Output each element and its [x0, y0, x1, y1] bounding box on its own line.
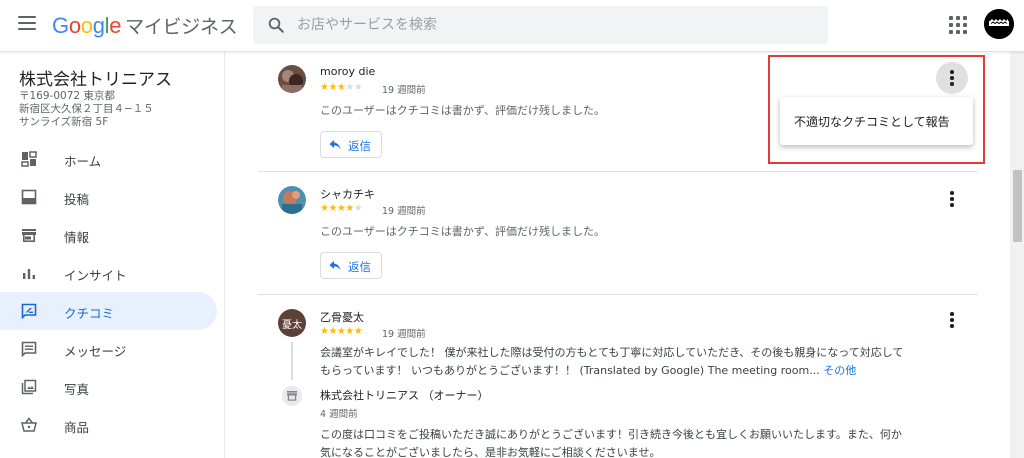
- sidebar-item-posts[interactable]: 投稿: [0, 178, 225, 216]
- menu-icon[interactable]: [18, 16, 36, 32]
- apps-grid-icon[interactable]: [949, 16, 967, 34]
- owner-avatar: [282, 386, 302, 406]
- sidebar-item-label: 写真: [64, 382, 90, 397]
- sidebar-item-label: 投稿: [64, 192, 90, 207]
- sidebar-item-insights[interactable]: インサイト: [0, 254, 225, 292]
- review-time: 19 週間前: [382, 85, 426, 96]
- review-text: 会議室がキレイでした！ 僕が来社した際は受付の方もとても丁寧に対応していただき、…: [320, 346, 904, 377]
- insights-icon: [23, 269, 35, 279]
- reply-button[interactable]: 返信: [320, 252, 382, 279]
- reply-icon: [329, 140, 341, 150]
- sidebar: 株式会社トリニアス 〒169-0072 東京都 新宿区大久保２丁目４−１５ サン…: [0, 52, 225, 458]
- sidebar-item-label: 商品: [64, 420, 90, 435]
- reviewer-avatar[interactable]: [278, 65, 306, 93]
- storefront-icon: [287, 391, 297, 401]
- business-address: 〒169-0072 東京都 新宿区大久保２丁目４−１５ サンライズ新宿 5F: [19, 90, 154, 128]
- reviewer-avatar[interactable]: [278, 186, 306, 214]
- owner-name: 株式会社トリニアス （オーナー）: [320, 389, 489, 402]
- reviewer-name[interactable]: シャカチキ: [320, 186, 375, 202]
- review-card: 憂太 乙骨憂太 ★★★★★ 19 週間前 会議室がキレイでした！ 僕が来社した際…: [258, 296, 978, 458]
- sidebar-item-messages[interactable]: メッセージ: [0, 330, 225, 368]
- photo-icon: [21, 379, 37, 395]
- sidebar-item-label: クチコミ: [64, 306, 115, 321]
- sidebar-item-home[interactable]: ホーム: [0, 140, 225, 178]
- more-link[interactable]: その他: [823, 364, 856, 377]
- reviewer-avatar[interactable]: 憂太: [278, 309, 306, 337]
- account-avatar[interactable]: [984, 9, 1014, 39]
- reviews-icon: [21, 303, 37, 319]
- search-input[interactable]: [297, 6, 797, 44]
- star-rating: ★★★★★: [320, 203, 363, 214]
- top-app-bar: Google マイビジネス: [0, 0, 1024, 52]
- post-icon: [21, 189, 37, 205]
- review-card: シャカチキ ★★★★★ 19 週間前 このユーザーはクチコミは書かず、評価だけ残…: [258, 173, 978, 295]
- sidebar-item-label: ホーム: [64, 154, 102, 169]
- thread-line: [291, 342, 293, 380]
- review-text: このユーザーはクチコミは書かず、評価だけ残しました。: [320, 104, 606, 117]
- search-bar: [253, 6, 828, 44]
- message-icon: [21, 341, 37, 357]
- star-rating: ★★★★★: [320, 82, 363, 93]
- reply-button[interactable]: 返信: [320, 131, 382, 158]
- reviewer-avatar-text: 憂太: [282, 319, 302, 331]
- scrollbar[interactable]: [1010, 52, 1024, 458]
- search-icon[interactable]: [267, 16, 285, 34]
- sidebar-item-label: インサイト: [64, 268, 127, 283]
- scrollbar-thumb[interactable]: [1013, 170, 1022, 242]
- sidebar-item-label: 情報: [64, 230, 90, 245]
- storefront-icon: [22, 229, 36, 242]
- reviewer-name[interactable]: moroy die: [320, 65, 375, 78]
- google-my-business-logo[interactable]: Google マイビジネス: [52, 12, 238, 39]
- reply-icon: [329, 261, 341, 271]
- sidebar-nav: ホーム 投稿 情報 インサイト クチコミ メッセージ 写真 商品: [0, 140, 225, 444]
- review-time: 19 週間前: [382, 206, 426, 217]
- owner-reply-text: この度は口コミをご投稿いただき誠にありがとうございます！引き続き今後とも宜しくお…: [320, 428, 902, 458]
- sidebar-item-photos[interactable]: 写真: [0, 368, 225, 406]
- account-logo-icon: [984, 9, 1014, 39]
- dashboard-icon: [21, 151, 37, 167]
- sidebar-item-reviews[interactable]: クチコミ: [0, 292, 217, 330]
- business-name: 株式会社トリニアス: [19, 70, 172, 90]
- more-options-icon[interactable]: [936, 183, 968, 215]
- report-review-menu-item[interactable]: 不適切なクチコミとして報告: [780, 97, 973, 145]
- product-name: マイビジネス: [125, 16, 238, 38]
- more-options-icon[interactable]: [936, 304, 968, 336]
- sidebar-item-products[interactable]: 商品: [0, 406, 225, 444]
- review-time: 19 週間前: [382, 329, 426, 340]
- basket-icon: [21, 417, 37, 432]
- star-rating: ★★★★★: [320, 326, 363, 337]
- review-text: このユーザーはクチコミは書かず、評価だけ残しました。: [320, 225, 606, 238]
- reviewer-name[interactable]: 乙骨憂太: [320, 309, 364, 325]
- more-options-icon[interactable]: [936, 62, 968, 94]
- sidebar-item-info[interactable]: 情報: [0, 216, 225, 254]
- owner-reply-time: 4 週間前: [320, 409, 358, 420]
- sidebar-item-label: メッセージ: [64, 344, 127, 359]
